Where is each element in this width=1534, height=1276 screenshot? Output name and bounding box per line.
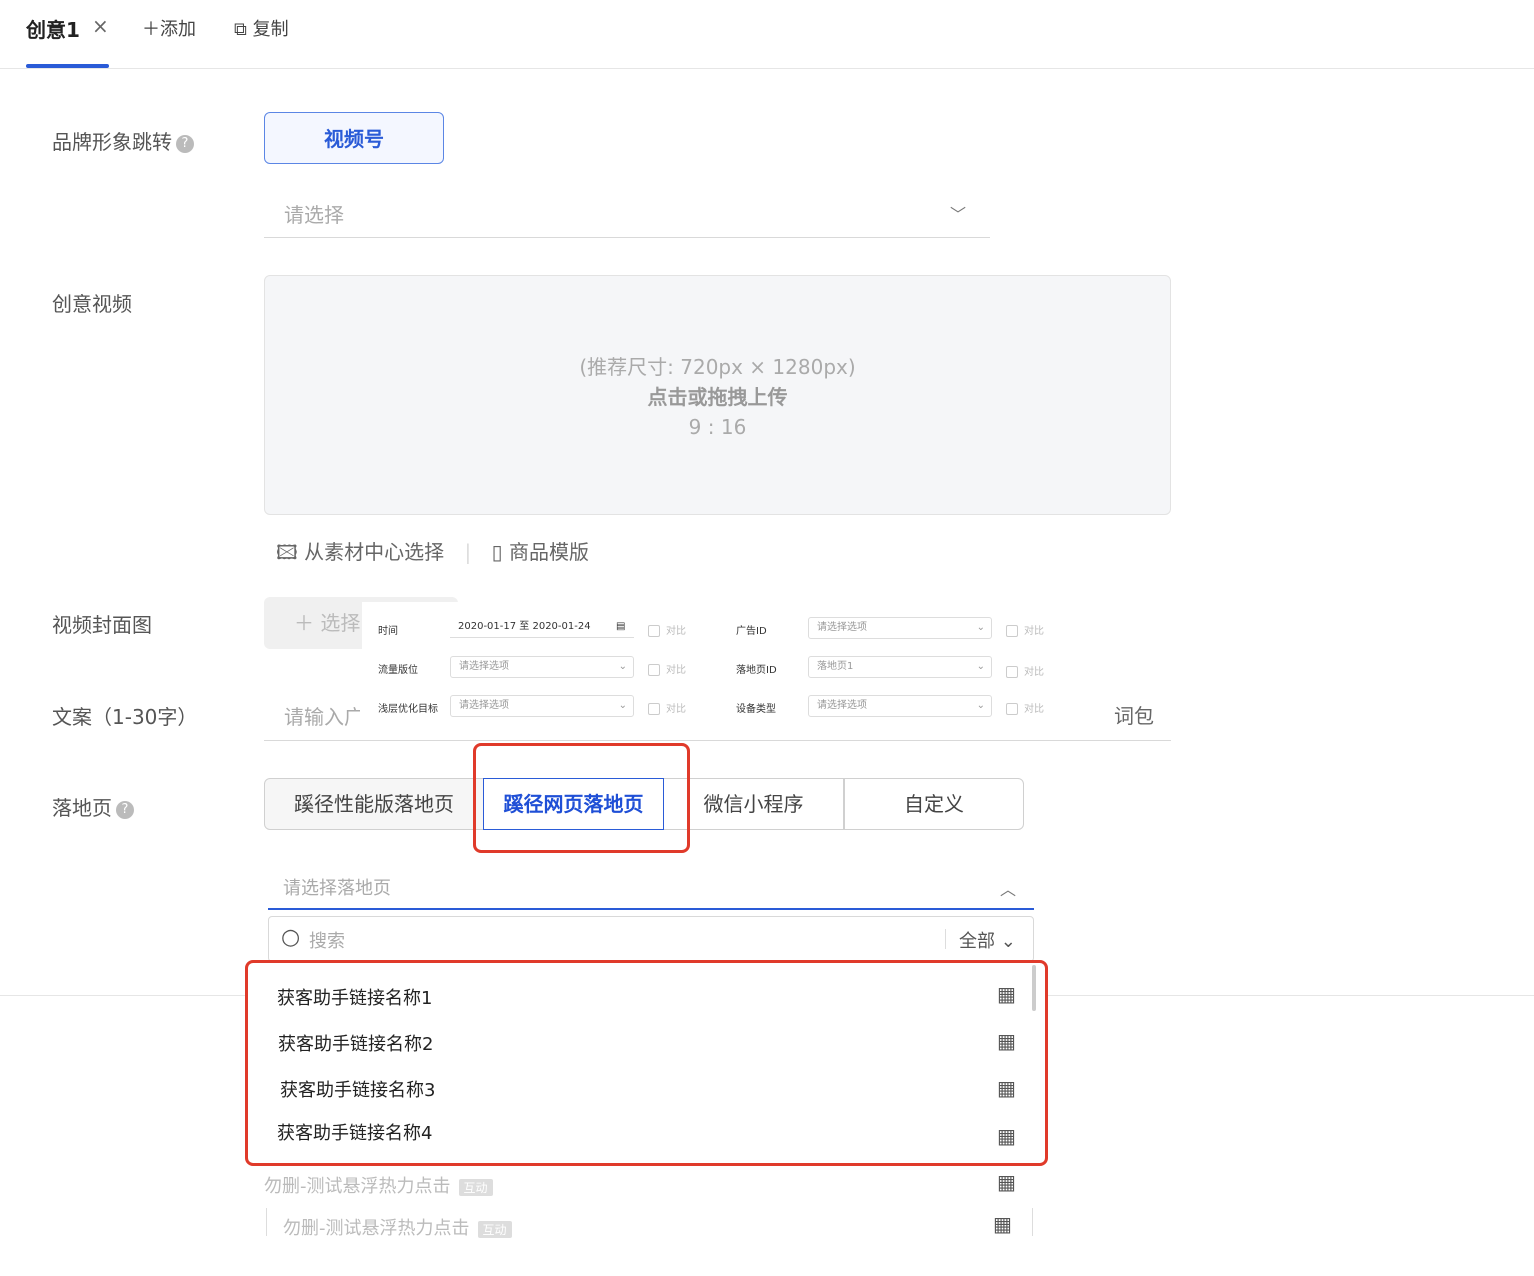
- compare-label: 对比: [666, 665, 686, 676]
- filter-all-label: 全部: [959, 931, 995, 952]
- upload-action-text: 点击或拖拽上传: [647, 385, 788, 409]
- landing-select-placeholder: 请选择落地页: [283, 878, 391, 899]
- compare-checkbox[interactable]: 对比: [648, 622, 686, 637]
- highlight-box-tab: [473, 743, 690, 853]
- tab-bar: [0, 0, 1534, 69]
- checkbox-box: [1006, 625, 1018, 637]
- segment-mini-program[interactable]: 微信小程序: [664, 778, 844, 830]
- filter-ad-label: 广告ID: [736, 626, 767, 637]
- checkbox-box: [648, 664, 660, 676]
- brand-select-placeholder: 请选择: [284, 203, 344, 227]
- search-input[interactable]: 搜索: [309, 927, 345, 953]
- brand-jump-label: 品牌形象跳转?: [52, 126, 194, 155]
- divider: [1048, 995, 1534, 996]
- select-from-library-link[interactable]: 从素材中心选择: [304, 540, 444, 564]
- date-range-field[interactable]: 2020-01-17 至 2020-01-24 ▤: [450, 616, 634, 638]
- copy-icon: ⧉: [234, 19, 253, 40]
- date-range-value: 2020-01-17 至 2020-01-24: [458, 621, 591, 632]
- qr-code-icon[interactable]: ▦: [993, 1212, 1012, 1236]
- creative-video-label: 创意视频: [52, 292, 132, 316]
- video-upload-area[interactable]: (推荐尺寸: 720px × 1280px) 点击或拖拽上传 9 : 16: [264, 275, 1171, 515]
- brand-select[interactable]: 请选择 ﹀: [264, 185, 990, 238]
- chevron-down-icon: ⌄: [976, 661, 985, 672]
- tab-active-indicator: [26, 64, 109, 68]
- upload-ratio: 9 : 16: [688, 415, 747, 439]
- traffic-select[interactable]: 请选择选项 ⌄: [450, 656, 634, 678]
- template-icon: ▯: [491, 540, 503, 564]
- help-icon[interactable]: ?: [176, 134, 194, 153]
- divider: |: [464, 540, 472, 564]
- word-pack-button[interactable]: 词包: [1114, 700, 1154, 729]
- interactive-tag: 互动: [458, 1178, 493, 1196]
- chevron-up-icon: ︿: [1000, 880, 1017, 899]
- landing-option-faded[interactable]: 勿删-测试悬浮热力点击 互动: [283, 1214, 512, 1240]
- landing-search-box: ○ 搜索 全部 ⌄: [268, 916, 1034, 962]
- product-template-link[interactable]: 商品模版: [509, 540, 589, 564]
- copytext-placeholder: 请输入广: [284, 705, 360, 729]
- compare-label: 对比: [1024, 667, 1044, 678]
- landing-page-select[interactable]: 请选择落地页 ︿: [268, 862, 1034, 910]
- filter-all-dropdown[interactable]: 全部 ⌄: [959, 927, 1016, 953]
- segment-performance-landing[interactable]: 蹊径性能版落地页: [264, 778, 484, 830]
- channels-button[interactable]: 视频号: [264, 112, 444, 164]
- compare-checkbox[interactable]: 对比: [648, 661, 686, 676]
- calendar-icon: ▤: [616, 621, 626, 632]
- close-icon[interactable]: ×: [92, 14, 109, 38]
- divider: [945, 929, 946, 949]
- divider: [0, 995, 247, 996]
- add-tab-button[interactable]: ＋添加: [142, 15, 196, 41]
- upload-size-hint: (推荐尺寸: 720px × 1280px): [579, 355, 856, 379]
- divider: [1032, 1208, 1033, 1236]
- video-source-links: 🖾 从素材中心选择 | ▯ 商品模版: [276, 536, 589, 572]
- landing-page-label: 落地页?: [52, 792, 134, 821]
- traffic-value: 请选择选项: [459, 661, 509, 672]
- copy-tab-button[interactable]: ⧉ 复制: [234, 15, 289, 41]
- ad-select[interactable]: 请选择选项 ⌄: [808, 617, 992, 639]
- filter-landing-label: 落地页ID: [736, 665, 777, 676]
- landing-option-faded[interactable]: 勿删-测试悬浮热力点击 互动: [264, 1172, 493, 1198]
- copytext-label: 文案（1-30字）: [52, 705, 198, 729]
- compare-checkbox[interactable]: 对比: [1006, 622, 1044, 637]
- brand-jump-text: 品牌形象跳转: [52, 130, 172, 154]
- filter-time-label: 时间: [378, 626, 398, 637]
- segment-custom[interactable]: 自定义: [844, 778, 1024, 830]
- compare-label: 对比: [666, 626, 686, 637]
- chevron-down-icon: ⌄: [618, 661, 627, 672]
- copy-label: 复制: [252, 19, 289, 40]
- chevron-down-icon: ⌄: [976, 622, 985, 633]
- landing-page-text: 落地页: [52, 796, 112, 820]
- highlight-box-options: [245, 960, 1048, 1166]
- help-icon[interactable]: ?: [116, 800, 134, 819]
- compare-label: 对比: [1024, 626, 1044, 637]
- compare-checkbox[interactable]: 对比: [1006, 663, 1044, 678]
- filter-traffic-label: 流量版位: [378, 665, 418, 676]
- ad-value: 请选择选项: [817, 622, 867, 633]
- copytext-input[interactable]: 请输入广 词包: [264, 686, 1171, 741]
- interactive-tag: 互动: [477, 1220, 512, 1238]
- faded-option-label: 勿删-测试悬浮热力点击: [283, 1218, 470, 1239]
- chevron-down-icon: ﹀: [950, 205, 967, 224]
- search-icon: ○: [281, 925, 301, 950]
- checkbox-box: [1006, 666, 1018, 678]
- faded-option-label: 勿删-测试悬浮热力点击: [264, 1176, 451, 1197]
- landing-id-value: 落地页1: [817, 661, 854, 672]
- video-cover-label: 视频封面图: [52, 613, 152, 637]
- qr-code-icon[interactable]: ▦: [997, 1170, 1016, 1194]
- tab-creative-1[interactable]: 创意1: [26, 14, 80, 43]
- checkbox-box: [648, 625, 660, 637]
- image-library-icon: 🖾: [276, 540, 298, 564]
- chevron-down-icon: ⌄: [1000, 931, 1016, 952]
- divider: [266, 1208, 267, 1236]
- landing-id-select[interactable]: 落地页1 ⌄: [808, 656, 992, 678]
